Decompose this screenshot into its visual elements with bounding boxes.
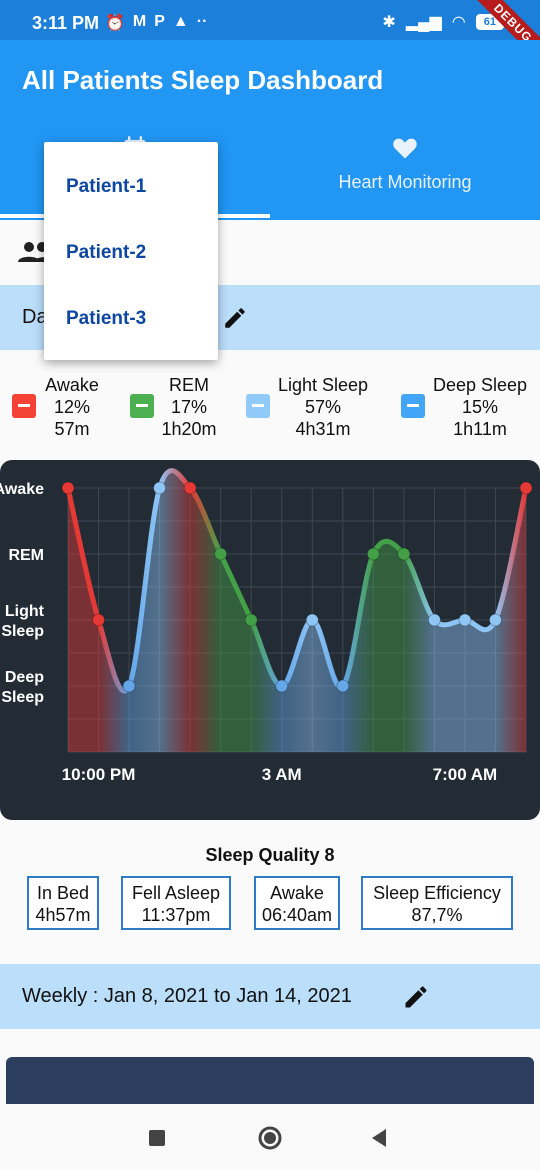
- legend-percent: 12%: [53, 397, 91, 417]
- legend-text: REM 17% 1h20m: [154, 374, 224, 440]
- data-point: [336, 679, 350, 693]
- legend-duration: 1h11m: [453, 419, 507, 439]
- legend-rem: REM 17% 1h20m: [130, 374, 230, 440]
- legend-swatch-deep-sleep: [401, 394, 425, 418]
- legend-name: Deep Sleep: [432, 375, 528, 395]
- data-point: [305, 613, 319, 627]
- patient-dropdown-menu: Patient-1 Patient-2 Patient-3: [44, 142, 218, 360]
- data-point: [61, 481, 75, 495]
- stat-awake: Awake 06:40am: [254, 876, 340, 930]
- legend-text: Awake 12% 57m: [36, 374, 108, 440]
- data-point: [366, 547, 380, 561]
- legend-light-sleep: Light Sleep 57% 4h31m: [246, 374, 376, 440]
- stat-label: Fell Asleep: [131, 883, 221, 903]
- y-axis-label: Deep: [5, 669, 44, 686]
- chart-area: [68, 470, 526, 752]
- data-point: [519, 481, 533, 495]
- stat-label: Awake: [270, 883, 324, 903]
- stat-label: Sleep Efficiency: [373, 883, 501, 903]
- sleep-stage-chart: Awake REM Light Sleep Deep Sleep 10:00 PM 3 AM 7…: [0, 468, 533, 784]
- page-title: All Patients Sleep Dashboard: [22, 65, 384, 95]
- system-icons: ✱ ▂▄▆ ◠ 61: [382, 12, 504, 32]
- notification-icons: ⏰ M P ▲ ··: [105, 13, 207, 33]
- back-icon[interactable]: [366, 1124, 394, 1152]
- data-point: [183, 481, 197, 495]
- weekly-date-bar: Weekly : Jan 8, 2021 to Jan 14, 2021: [0, 964, 540, 1029]
- stat-value: 11:37pm: [141, 905, 211, 925]
- legend-duration: 4h31m: [295, 419, 351, 439]
- legend-text: Light Sleep 57% 4h31m: [270, 374, 376, 440]
- patient-option-2[interactable]: Patient-2: [66, 242, 146, 264]
- y-axis-label: REM: [8, 547, 44, 564]
- edit-icon[interactable]: [222, 305, 248, 331]
- x-axis-tick-label: 7:00 AM: [433, 765, 498, 784]
- signal-icon: ▂▄▆: [405, 14, 442, 31]
- legend-swatch-rem: [130, 394, 154, 418]
- legend-name: Light Sleep: [277, 375, 369, 395]
- stat-fell-asleep: Fell Asleep 11:37pm: [121, 876, 231, 930]
- recent-apps-icon[interactable]: [143, 1124, 171, 1152]
- alarm-icon: ⏰: [105, 15, 125, 32]
- legend-swatch-light-sleep: [246, 394, 270, 418]
- sleep-chart-card: Awake REM Light Sleep Deep Sleep 10:00 PM 3 AM 7…: [0, 460, 540, 820]
- weekly-date-label: Weekly : Jan 8, 2021 to Jan 14, 2021: [22, 985, 352, 1007]
- legend-deep-sleep: Deep Sleep 15% 1h11m: [401, 374, 533, 440]
- data-point: [488, 613, 502, 627]
- patient-option-3[interactable]: Patient-3: [66, 308, 146, 330]
- x-axis-tick-label: 3 AM: [262, 765, 302, 784]
- legend-duration: 1h20m: [161, 419, 217, 439]
- stat-value: 06:40am: [261, 905, 333, 925]
- data-point: [92, 613, 106, 627]
- home-icon[interactable]: [256, 1124, 284, 1152]
- sleep-quality-title: Sleep Quality 8: [205, 845, 335, 865]
- more-dots-icon: ··: [196, 13, 208, 30]
- legend-text: Deep Sleep 15% 1h11m: [427, 374, 533, 440]
- y-axis-label: Awake: [0, 481, 44, 498]
- legend-percent: 57%: [304, 397, 342, 417]
- data-point: [275, 679, 289, 693]
- legend-awake: Awake 12% 57m: [12, 374, 112, 440]
- data-point: [214, 547, 228, 561]
- legend-swatch-awake: [12, 394, 36, 418]
- heart-icon: [393, 138, 417, 159]
- legend-name: REM: [169, 375, 209, 395]
- y-axis-label: Light: [5, 603, 45, 620]
- stat-value: 4h57m: [35, 905, 91, 925]
- system-nav-bar: [0, 1104, 540, 1170]
- gmail-icon: M: [132, 13, 147, 30]
- tab-label: Heart Monitoring: [338, 172, 472, 192]
- data-point: [458, 613, 472, 627]
- legend-duration: 57m: [54, 419, 90, 439]
- patient-option-1[interactable]: Patient-1: [66, 176, 146, 198]
- legend-name: Awake: [45, 375, 99, 395]
- p-icon: P: [154, 13, 165, 30]
- edit-icon[interactable]: [402, 983, 430, 1011]
- data-point: [122, 679, 136, 693]
- y-axis-label: Sleep: [1, 689, 44, 706]
- data-point: [397, 547, 411, 561]
- stat-sleep-efficiency: Sleep Efficiency 87,7%: [361, 876, 513, 930]
- y-axis-label: Sleep: [1, 623, 44, 640]
- tab-heart-monitoring[interactable]: Heart Monitoring: [270, 130, 540, 218]
- x-axis-tick-label: 10:00 PM: [62, 765, 136, 784]
- stat-value: 87,7%: [411, 905, 463, 925]
- app-icon: ▲: [172, 13, 189, 30]
- data-point: [244, 613, 258, 627]
- legend-percent: 15%: [461, 397, 499, 417]
- data-point: [153, 481, 167, 495]
- legend-percent: 17%: [170, 397, 208, 417]
- stat-label: In Bed: [36, 883, 90, 903]
- wifi-icon: ◠: [451, 14, 466, 31]
- status-time: 3:11 PM: [32, 13, 100, 33]
- bluetooth-icon: ✱: [382, 14, 396, 31]
- data-point: [427, 613, 441, 627]
- stat-in-bed: In Bed 4h57m: [27, 876, 99, 930]
